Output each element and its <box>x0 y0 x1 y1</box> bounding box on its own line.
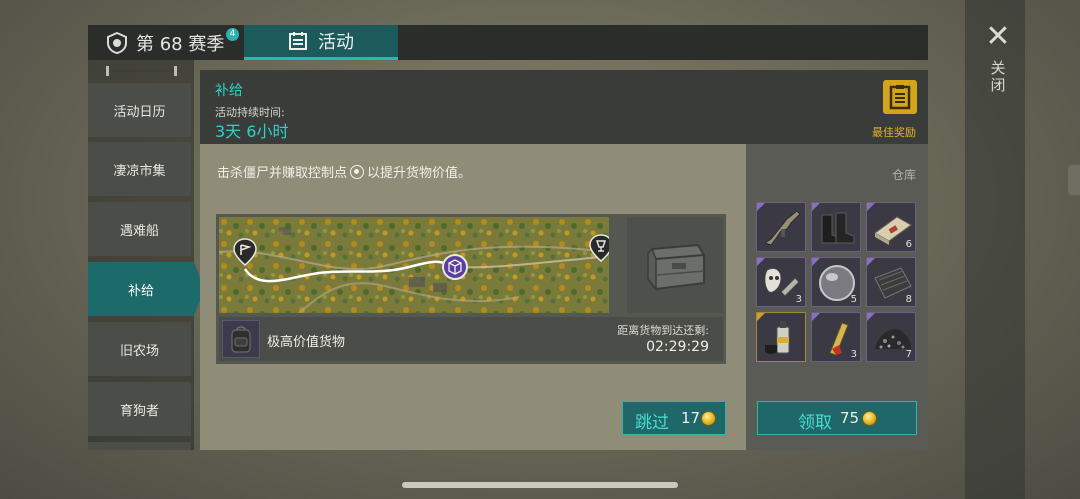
storage-slot-boots[interactable] <box>811 202 861 252</box>
storage-slot-bandage-kit[interactable]: 6 <box>866 202 916 252</box>
boots-icon <box>821 212 855 244</box>
storage-slot-pill-capsule[interactable]: 3 <box>811 312 861 362</box>
storage-slot-metal-sheet[interactable]: 8 <box>866 257 916 307</box>
sidebar-item-shipwreck[interactable]: 遇难船 <box>88 202 191 256</box>
skip-button[interactable]: 跳过 17 <box>622 401 726 435</box>
control-point-icon <box>350 164 365 179</box>
slot-quantity: 7 <box>905 349 912 360</box>
gold-coin-icon <box>701 411 716 426</box>
sidebar-item-supply[interactable]: 补给 <box>88 262 204 316</box>
tab-activity-label: 活动 <box>318 32 354 53</box>
rifle-icon <box>763 210 801 246</box>
sidebar-item-bleak-market[interactable]: 凄凉市集 <box>88 142 191 196</box>
slot-quantity: 8 <box>905 294 912 305</box>
activity-sidebar: 活动日历 凄凉市集 遇难船 补给 旧农场 育狗者 <box>88 60 204 450</box>
supply-crate-icon <box>646 243 705 292</box>
close-button[interactable]: ✕ 关闭 <box>980 22 1016 112</box>
route-panel: 极高价值货物 距离货物到达还剩: 02:29:29 <box>216 214 726 364</box>
best-reward-clipboard-icon[interactable] <box>883 80 917 114</box>
tab-activity[interactable]: 活动 <box>244 25 398 60</box>
storage-slot-rifle[interactable] <box>756 202 806 252</box>
slot-quantity: 3 <box>795 294 802 305</box>
duration-value: 3天 6小时 <box>215 122 289 141</box>
tab-season[interactable]: 第 68 赛季 <box>106 25 224 60</box>
spray-can-icon <box>765 321 790 354</box>
description-text-start: 击杀僵尸并赚取控制点 <box>217 166 348 181</box>
supply-crate-image <box>627 217 723 313</box>
storage-slot-lens[interactable]: 5 <box>811 257 861 307</box>
arrival-time-label: 距离货物到达还剩: <box>617 324 709 337</box>
slot-quantity: 5 <box>850 294 857 305</box>
claim-cost-value: 75 <box>840 409 860 427</box>
edge-pull-tab[interactable] <box>1068 165 1080 195</box>
claim-button-label: 领取 <box>798 413 832 433</box>
sidebar-item-old-farm[interactable]: 旧农场 <box>88 322 191 376</box>
event-title: 补给 <box>215 83 243 99</box>
cargo-info-row: 极高价值货物 距离货物到达还剩: 02:29:29 <box>219 317 723 361</box>
description-text-end: 以提升货物价值。 <box>367 166 472 181</box>
cargo-position-marker <box>442 254 468 280</box>
event-description: 击杀僵尸并赚取控制点 以提升货物价值。 <box>217 162 471 181</box>
storage-label: 仓库 <box>891 168 916 182</box>
sidebar-item-calendar[interactable]: 活动日历 <box>88 83 191 137</box>
system-home-indicator[interactable] <box>402 482 678 488</box>
close-label: 关闭 <box>988 60 1007 94</box>
storage-slot-spray-can[interactable] <box>756 312 806 362</box>
calendar-icon <box>289 32 307 50</box>
backpack-icon <box>222 320 260 358</box>
supply-content: 击杀僵尸并赚取控制点 以提升货物价值。 极高价值货物 距离货物到达还剩: 02:… <box>200 144 746 450</box>
season-notification-badge: 4 <box>226 28 239 41</box>
best-reward-label: 最佳奖励 <box>872 126 916 139</box>
sidebar-item-partial[interactable] <box>88 442 191 450</box>
gold-coin-icon <box>862 411 877 426</box>
cargo-name: 极高价值货物 <box>267 335 346 350</box>
slot-quantity: 6 <box>905 239 912 250</box>
top-tab-bar: 第 68 赛季 4 活动 <box>88 25 928 60</box>
close-icon[interactable]: ✕ <box>985 22 1010 52</box>
storage-slot-mask-wrench[interactable]: 3 <box>756 257 806 307</box>
route-map <box>219 217 609 313</box>
tab-season-label: 第 68 赛季 <box>136 33 225 55</box>
arrival-countdown: 02:29:29 <box>646 339 709 355</box>
season-shield-icon <box>107 31 127 54</box>
claim-button[interactable]: 领取 75 <box>757 401 917 435</box>
sidebar-item-dog-breeder[interactable]: 育狗者 <box>88 382 191 436</box>
skip-button-label: 跳过 <box>635 413 669 433</box>
storage-slot-gravel[interactable]: 7 <box>866 312 916 362</box>
event-header: 补给 活动持续时间: 3天 6小时 最佳奖励 <box>200 70 928 144</box>
skip-cost-value: 17 <box>681 409 701 427</box>
sidebar-scroll-slider[interactable] <box>104 64 180 78</box>
slot-quantity: 3 <box>850 349 857 360</box>
